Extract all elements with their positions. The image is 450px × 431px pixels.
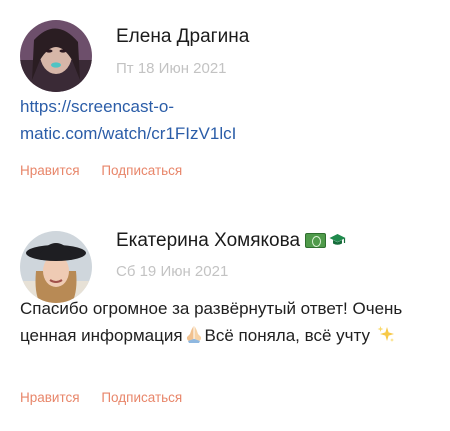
avatar-image	[20, 20, 92, 92]
comment-link-line[interactable]: matic.com/watch/cr1FIzV1lcI	[20, 120, 435, 147]
author-name[interactable]: Елена Драгина	[116, 26, 249, 48]
avatar-image	[20, 231, 92, 303]
sparkles-icon	[376, 324, 396, 344]
comment-item: Екатерина Хомякова Сб 19 Июн 2021 Спасиб…	[0, 213, 450, 431]
comment-actions: Нравится Подписаться	[20, 163, 200, 178]
author-name[interactable]: Екатерина Хомякова	[116, 230, 346, 252]
comment-actions: Нравится Подписаться	[20, 390, 200, 405]
graduation-cap-icon	[329, 233, 346, 247]
like-button[interactable]: Нравится	[20, 390, 80, 405]
author-name-text: Екатерина Хомякова	[116, 230, 301, 251]
comment-date: Пт 18 Июн 2021	[116, 60, 227, 77]
comment-text: Спасибо огромное за развёрнутый ответ! О…	[20, 295, 435, 349]
money-badge-icon	[305, 233, 327, 248]
comment-link-line[interactable]: https://screencast-o-	[20, 93, 435, 120]
folded-hands-icon	[184, 324, 204, 344]
subscribe-button[interactable]: Подписаться	[101, 163, 182, 178]
like-button[interactable]: Нравится	[20, 163, 80, 178]
avatar[interactable]	[20, 231, 92, 303]
avatar[interactable]	[20, 20, 92, 92]
comment-text-part: Всё поняла, всё учту	[204, 326, 370, 345]
comment-date: Сб 19 Июн 2021	[116, 263, 229, 280]
comment-item: Елена Драгина Пт 18 Июн 2021 https://scr…	[0, 0, 450, 200]
comment-text: https://screencast-o- matic.com/watch/cr…	[20, 93, 435, 147]
subscribe-button[interactable]: Подписаться	[101, 390, 182, 405]
